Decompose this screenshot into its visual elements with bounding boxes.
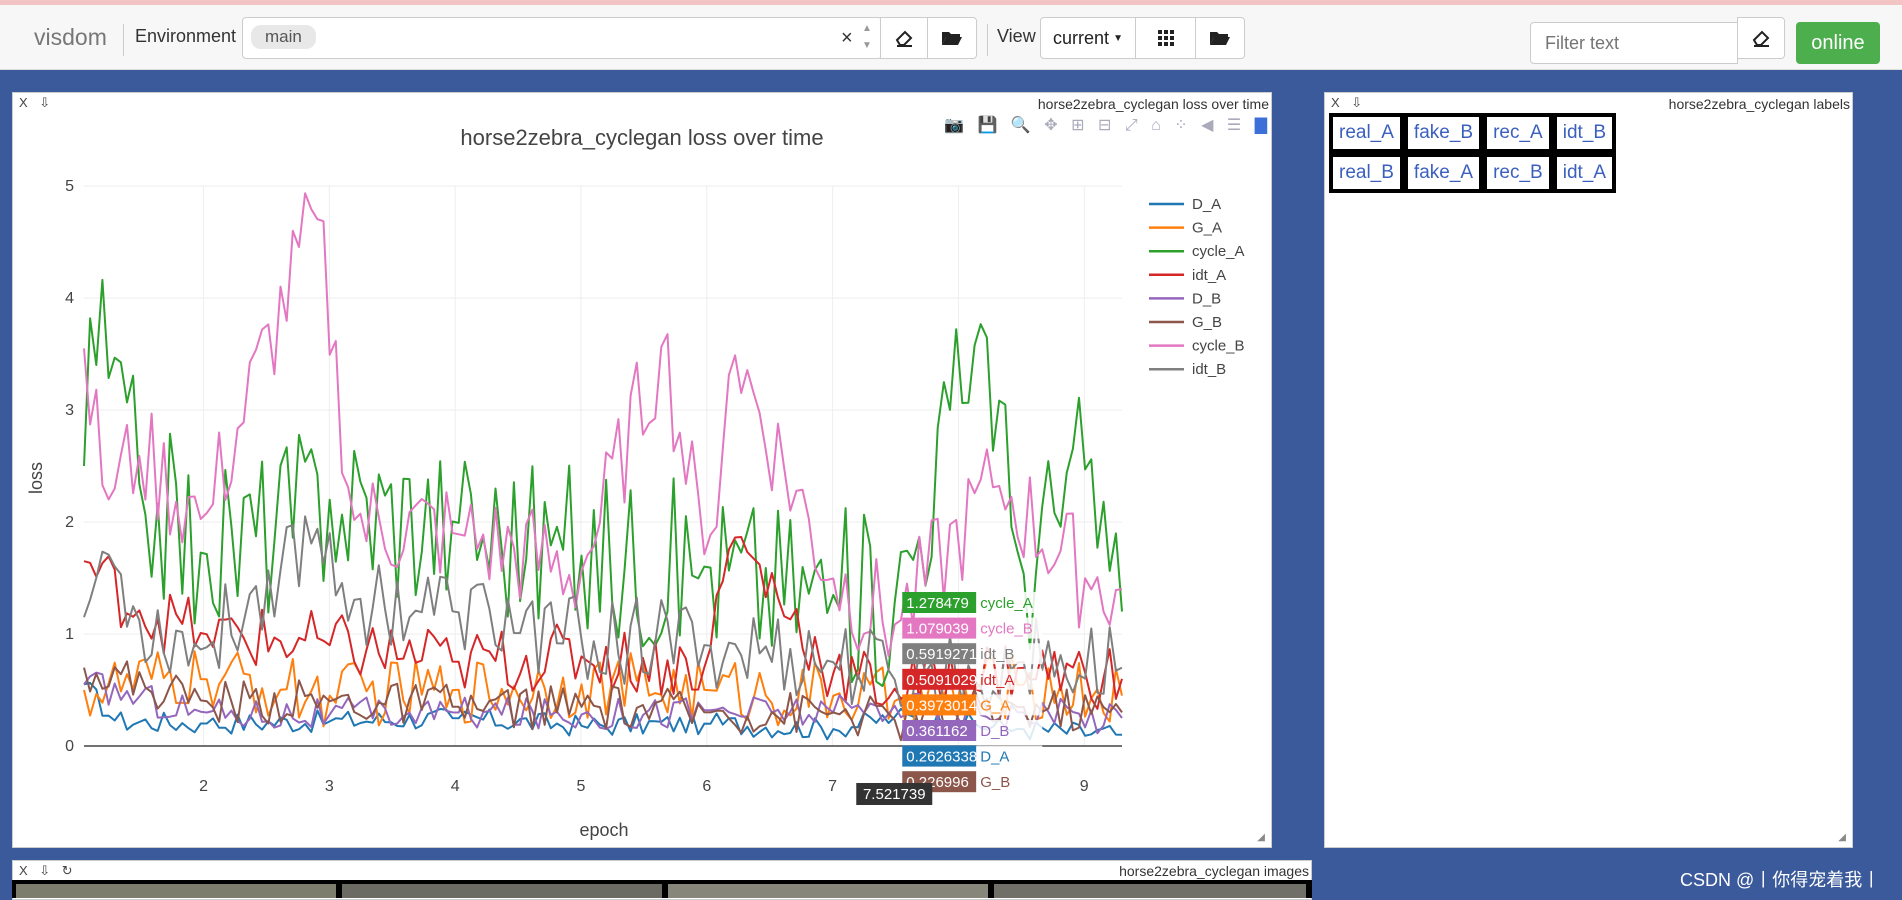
filter-text-input[interactable] bbox=[1530, 22, 1738, 64]
pane-controls[interactable]: X ⇩ bbox=[1331, 95, 1366, 111]
legend-label-G_B: G_B bbox=[1192, 314, 1222, 331]
watermark-text: CSDN @丨你得宠着我丨 bbox=[1680, 870, 1881, 890]
y-axis-label: loss bbox=[26, 462, 46, 494]
pane-controls[interactable]: X ⇩ ↻ bbox=[19, 863, 77, 879]
hover-series-name: idt_B bbox=[980, 646, 1014, 663]
legend-label-cycle_A: cycle_A bbox=[1192, 243, 1245, 260]
legend-label-D_B: D_B bbox=[1192, 290, 1221, 307]
clear-env-button[interactable] bbox=[880, 17, 928, 59]
resize-handle-icon[interactable]: ◢ bbox=[1838, 832, 1846, 843]
hover-series-name: G_B bbox=[980, 774, 1010, 791]
hover-series-name: D_B bbox=[980, 723, 1009, 740]
eraser-icon bbox=[895, 30, 913, 47]
x-tick-label: 9 bbox=[1080, 778, 1089, 795]
view-label: View bbox=[997, 26, 1036, 46]
environment-chip-main[interactable]: main bbox=[251, 25, 316, 49]
image-thumbnail bbox=[668, 884, 988, 898]
hover-series-name: D_A bbox=[980, 749, 1009, 766]
eraser-icon bbox=[1752, 30, 1770, 47]
hover-value: 0.5919271 bbox=[906, 646, 977, 663]
caret-down-icon: ▼ bbox=[1113, 32, 1123, 44]
label-cell: rec_B bbox=[1483, 153, 1553, 193]
pane-title: horse2zebra_cyclegan labels bbox=[1668, 96, 1850, 112]
y-tick-label: 1 bbox=[65, 626, 74, 643]
hover-value: 0.5091029 bbox=[906, 672, 977, 689]
environment-spinner-icon[interactable]: ▲ ▼ bbox=[861, 20, 873, 54]
y-tick-label: 2 bbox=[65, 514, 74, 531]
labels-pane: X ⇩ horse2zebra_cyclegan labels real_A f… bbox=[1324, 92, 1853, 848]
pane-title: horse2zebra_cyclegan images bbox=[1119, 863, 1309, 879]
y-tick-label: 0 bbox=[65, 738, 74, 755]
label-cell: idt_A bbox=[1552, 153, 1617, 193]
x-tick-label: 6 bbox=[702, 778, 711, 795]
folder-open-icon bbox=[942, 32, 962, 45]
legend-label-idt_A: idt_A bbox=[1192, 267, 1226, 284]
x-tick-label: 7 bbox=[828, 778, 837, 795]
label-cell: idt_B bbox=[1552, 113, 1617, 153]
folder-open-icon bbox=[1210, 32, 1230, 45]
label-cell: fake_A bbox=[1403, 153, 1484, 193]
label-cell: rec_A bbox=[1483, 113, 1553, 153]
x-tick-label: 4 bbox=[451, 778, 460, 795]
hover-value: 1.079039 bbox=[906, 621, 969, 638]
manage-env-button[interactable] bbox=[927, 17, 977, 59]
image-thumbnail bbox=[342, 884, 662, 898]
legend-label-idt_B: idt_B bbox=[1192, 361, 1226, 378]
view-select-value: current bbox=[1053, 27, 1110, 48]
labels-table: real_A fake_B rec_A idt_B real_B fake_A … bbox=[1329, 113, 1617, 193]
x-tick-label: 5 bbox=[577, 778, 586, 795]
table-row: real_A fake_B rec_A idt_B bbox=[1329, 113, 1617, 153]
label-cell: real_B bbox=[1329, 153, 1404, 193]
online-status-button[interactable]: online bbox=[1796, 22, 1880, 64]
view-select[interactable]: current ▼ bbox=[1040, 17, 1136, 59]
environment-selector[interactable]: main × ▲ ▼ bbox=[242, 17, 882, 59]
legend-label-G_A: G_A bbox=[1192, 220, 1222, 237]
image-thumbnail bbox=[16, 884, 336, 898]
hover-series-name: cycle_B bbox=[980, 621, 1033, 638]
y-tick-label: 4 bbox=[65, 290, 74, 307]
top-navbar: visdom Environment main × ▲ ▼ View curren… bbox=[0, 0, 1902, 70]
label-cell: real_A bbox=[1329, 113, 1404, 153]
legend-label-cycle_B: cycle_B bbox=[1192, 338, 1245, 355]
divider bbox=[987, 24, 988, 56]
chart-title: horse2zebra_cyclegan loss over time bbox=[460, 125, 823, 150]
hover-series-name: idt_A bbox=[980, 672, 1014, 689]
image-thumbnail bbox=[994, 884, 1306, 898]
x-tick-label: 2 bbox=[199, 778, 208, 795]
x-tick-label: 3 bbox=[325, 778, 334, 795]
grid-icon bbox=[1157, 30, 1174, 46]
divider bbox=[123, 24, 124, 56]
environment-label: Environment bbox=[135, 26, 237, 46]
y-tick-label: 3 bbox=[65, 402, 74, 419]
hover-value: 0.3973014 bbox=[906, 697, 977, 714]
table-row: real_B fake_A rec_B idt_A bbox=[1329, 153, 1617, 193]
hover-value: 0.361162 bbox=[906, 723, 967, 740]
hover-x-value: 7.521739 bbox=[863, 786, 926, 803]
clear-environment-icon[interactable]: × bbox=[841, 27, 853, 50]
clear-filter-button[interactable] bbox=[1737, 17, 1785, 59]
y-tick-label: 5 bbox=[65, 178, 74, 195]
x-axis-label: epoch bbox=[579, 820, 628, 840]
hover-value: 1.278479 bbox=[906, 595, 969, 612]
legend-label-D_A: D_A bbox=[1192, 196, 1221, 213]
hover-series-name: G_A bbox=[980, 697, 1010, 714]
loss-chart: horse2zebra_cyclegan loss over time epoc… bbox=[26, 125, 1245, 840]
hover-value: 0.2626338 bbox=[906, 749, 977, 766]
app-logo: visdom bbox=[34, 24, 107, 50]
hover-series-name: cycle_A bbox=[980, 595, 1033, 612]
grid-layout-button[interactable] bbox=[1135, 17, 1196, 59]
manage-views-button[interactable] bbox=[1195, 17, 1245, 59]
series-line-cycle_B bbox=[83, 192, 1123, 658]
label-cell: fake_B bbox=[1403, 113, 1484, 153]
